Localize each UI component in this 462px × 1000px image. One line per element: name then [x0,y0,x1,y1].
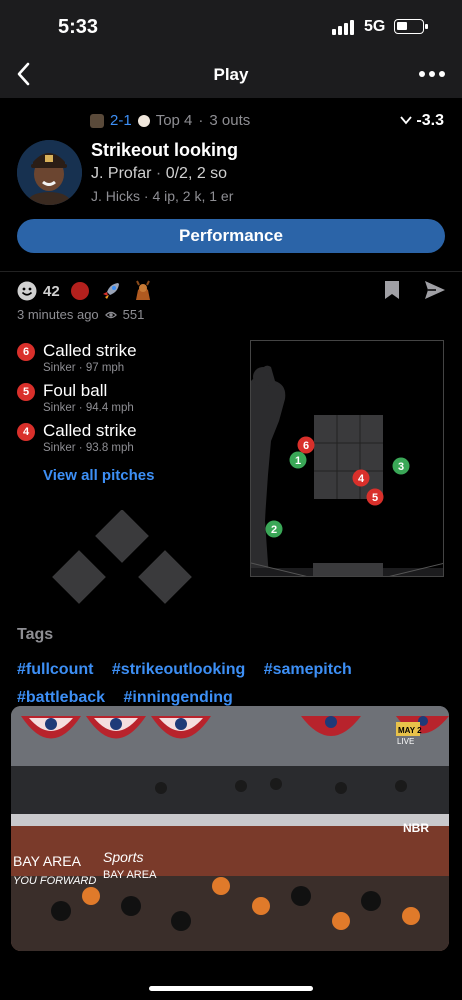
game-score: 2-1 [110,112,132,129]
tags-list: #fullcount #strikeoutlooking #samepitch … [17,656,447,712]
second-base [95,510,149,563]
pitch-detail: Sinker · 97 mph [43,362,125,374]
pitcher-line[interactable]: J. Hicks · 4 ip, 2 k, 1 er [91,188,233,204]
red-circle-reaction-icon[interactable] [70,281,90,301]
sign-bay-area: BAY AREA [13,853,82,869]
sign-sports: Sports [103,849,143,865]
live-label: LIVE [397,737,414,746]
share-send-icon[interactable] [424,280,446,300]
more-options-icon[interactable] [418,66,446,82]
outs: 3 outs [209,112,251,129]
tag-link[interactable]: #inningending [124,689,233,706]
svg-text:MAY 2: MAY 2 [398,726,422,735]
pitch-detail: Sinker · 94.4 mph [43,402,134,414]
batter-name: J. Profar [91,165,152,182]
pitch-type: Sinker [43,402,76,414]
network-label: 5G [364,18,386,35]
pitch-number-badge: 5 [17,383,35,401]
pitch-speed: 97 mph [85,362,125,374]
rocket-reaction-icon[interactable] [100,280,122,302]
giants-logo-icon [137,114,150,127]
battery-icon [394,19,428,34]
home-plate [313,563,383,576]
bases-diagram [52,510,192,604]
sign-nbr: NBR [403,821,429,835]
pitch-detail: Sinker · 93.8 mph [43,442,134,454]
pitch-speed: 93.8 mph [85,442,134,454]
pitcher-stats: 4 ip, 2 k, 1 er [152,188,234,204]
pitch-number-badge: 6 [17,343,35,361]
player-avatar[interactable] [17,140,82,205]
inning: Top 4 [155,112,193,129]
pitch-marker-label: 5 [372,492,378,504]
divider [0,271,462,272]
sign-you-forward: YOU FORWARD [13,875,96,887]
tag-link[interactable]: #strikeoutlooking [112,661,245,678]
home-indicator [149,986,313,991]
tags-heading: Tags [17,626,54,643]
batter-stats: 0/2, 2 so [165,165,228,182]
tag-link[interactable]: #battleback [17,689,105,706]
smile-count: 42 [43,282,60,300]
performance-button[interactable]: Performance [17,219,445,253]
smile-reaction-icon[interactable] [17,281,37,301]
pitch-result: Called strike [43,421,137,440]
goat-reaction-icon[interactable] [132,280,154,302]
view-count: 551 [122,307,145,322]
pitch-marker-label: 4 [358,473,365,485]
play-title: Strikeout looking [91,140,239,160]
first-base [138,550,192,604]
status-time: 5:33 [58,16,99,38]
post-meta: 3 minutes ago 551 [17,307,144,322]
batter-line[interactable]: J. Profar · 0/2, 2 so [91,165,227,183]
play-video[interactable]: BAY AREA YOU FORWARD Sports BAY AREA NBR… [11,706,449,951]
signal-icon [332,19,356,35]
padres-logo-icon [90,113,104,128]
wpa-value: -3.3 [416,112,444,129]
game-summary[interactable]: 2-1 Top 4 · 3 outs [90,112,250,129]
tag-link[interactable]: #fullcount [17,661,93,678]
sign-bay-area-2: BAY AREA [103,869,157,881]
pitch-marker-label: 6 [303,440,309,452]
pitch-marker-label: 3 [398,461,404,473]
strike-zone-chart[interactable]: 61 45 3 2 [250,340,444,577]
nav-bar: Play [0,52,462,98]
tag-link[interactable]: #samepitch [264,661,352,678]
pitch-result: Called strike [43,341,137,360]
bookmark-icon[interactable] [384,280,400,300]
pitch-marker-label: 2 [271,524,277,536]
pitch-result: Foul ball [43,381,108,400]
pitch-type: Sinker [43,362,76,374]
arrow-down-icon [400,116,413,125]
reactions-bar: 42 [17,280,154,302]
pitch-number-badge: 4 [17,423,35,441]
status-bar: 5:33 5G [0,0,462,52]
posted-time: 3 minutes ago [17,307,99,322]
pitcher-name: J. Hicks [91,188,140,204]
view-all-pitches-link[interactable]: View all pitches [43,467,154,484]
page-title: Play [213,65,249,84]
pitch-speed: 94.4 mph [85,402,134,414]
pitch-marker-label: 1 [295,455,301,467]
win-probability: -3.3 [400,112,444,130]
strike-zone-grid [314,415,383,499]
third-base [52,550,106,604]
pitch-type: Sinker [43,442,76,454]
eye-icon [104,311,117,318]
